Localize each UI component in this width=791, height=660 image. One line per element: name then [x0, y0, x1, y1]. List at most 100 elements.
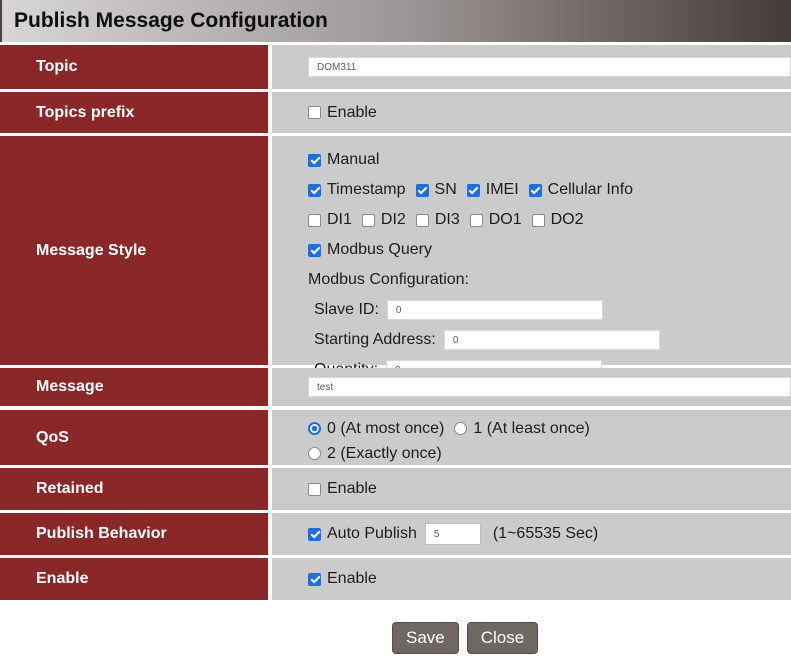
- qos-1-text: 1 (At least once): [473, 420, 590, 438]
- topics-prefix-enable-checkbox[interactable]: [308, 106, 321, 119]
- retained-content: Enable: [272, 468, 791, 510]
- style-line-io: DI1 DI2 DI3 DO1 DO2: [308, 205, 791, 235]
- di1-option[interactable]: DI1: [308, 211, 352, 229]
- auto-publish-text: Auto Publish: [327, 525, 417, 543]
- modbus-query-option[interactable]: Modbus Query: [308, 241, 432, 259]
- starting-address-field: Starting Address:: [314, 325, 791, 355]
- sn-option[interactable]: SN: [416, 181, 457, 199]
- topics-prefix-content: Enable: [272, 92, 791, 133]
- di1-checkbox[interactable]: [308, 214, 321, 227]
- di1-text: DI1: [327, 211, 352, 229]
- action-buttons: Save Close: [0, 622, 791, 654]
- auto-publish-interval-input[interactable]: [425, 523, 481, 545]
- qos-2-option[interactable]: 2 (Exactly once): [308, 445, 442, 463]
- topics-prefix-label: Topics prefix: [0, 92, 268, 133]
- message-row: Message: [0, 368, 791, 406]
- qos-1-radio[interactable]: [454, 422, 467, 435]
- di2-checkbox[interactable]: [362, 214, 375, 227]
- qos-0-radio[interactable]: [308, 422, 321, 435]
- retained-enable-option[interactable]: Enable: [308, 480, 377, 498]
- topics-prefix-enable-option[interactable]: Enable: [308, 104, 377, 122]
- enable-enable-text: Enable: [327, 570, 377, 588]
- di3-text: DI3: [435, 211, 460, 229]
- message-style-content: Manual Timestamp SN IMEI Cell: [272, 136, 791, 365]
- message-content: [272, 368, 791, 406]
- timestamp-option[interactable]: Timestamp: [308, 181, 406, 199]
- qos-row: QoS 0 (At most once) 1 (At least once) 2…: [0, 410, 791, 465]
- message-style-row: Message Style Manual Timestamp SN: [0, 136, 791, 365]
- topic-row: Topic: [0, 45, 791, 89]
- qos-line-1: 0 (At most once) 1 (At least once): [308, 416, 791, 441]
- publish-behavior-content: Auto Publish (1~65535 Sec): [272, 513, 791, 555]
- retained-row: Retained Enable: [0, 468, 791, 510]
- timestamp-text: Timestamp: [327, 181, 406, 199]
- slave-id-label: Slave ID:: [314, 301, 379, 319]
- di2-text: DI2: [381, 211, 406, 229]
- enable-row: Enable Enable: [0, 558, 791, 600]
- auto-publish-range-hint: (1~65535 Sec): [493, 525, 598, 543]
- retained-enable-checkbox[interactable]: [308, 483, 321, 496]
- do2-text: DO2: [551, 211, 584, 229]
- modbus-query-checkbox[interactable]: [308, 244, 321, 257]
- do2-option[interactable]: DO2: [532, 211, 584, 229]
- timestamp-checkbox[interactable]: [308, 184, 321, 197]
- page-title: Publish Message Configuration: [2, 9, 328, 33]
- enable-content: Enable: [272, 558, 791, 600]
- sn-text: SN: [435, 181, 457, 199]
- di2-option[interactable]: DI2: [362, 211, 406, 229]
- enable-enable-option[interactable]: Enable: [308, 570, 377, 588]
- retained-label: Retained: [0, 468, 268, 510]
- message-input[interactable]: [308, 377, 791, 397]
- save-button[interactable]: Save: [392, 622, 459, 654]
- qos-content: 0 (At most once) 1 (At least once) 2 (Ex…: [272, 410, 791, 465]
- topics-prefix-row: Topics prefix Enable: [0, 92, 791, 133]
- topic-label: Topic: [0, 45, 268, 89]
- enable-label: Enable: [0, 558, 268, 600]
- di3-checkbox[interactable]: [416, 214, 429, 227]
- manual-text: Manual: [327, 151, 379, 169]
- modbus-query-text: Modbus Query: [327, 241, 432, 259]
- qos-2-radio[interactable]: [308, 447, 321, 460]
- do1-option[interactable]: DO1: [470, 211, 522, 229]
- imei-text: IMEI: [486, 181, 519, 199]
- publish-message-configuration-page: Publish Message Configuration Topic Topi…: [0, 0, 791, 654]
- cellular-info-text: Cellular Info: [548, 181, 633, 199]
- starting-address-label: Starting Address:: [314, 331, 436, 349]
- manual-checkbox[interactable]: [308, 154, 321, 167]
- auto-publish-checkbox[interactable]: [308, 528, 321, 541]
- starting-address-input[interactable]: [444, 330, 660, 350]
- topic-input[interactable]: [308, 57, 791, 77]
- qos-line-2: 2 (Exactly once): [308, 441, 791, 466]
- sn-checkbox[interactable]: [416, 184, 429, 197]
- enable-enable-checkbox[interactable]: [308, 573, 321, 586]
- auto-publish-option[interactable]: Auto Publish: [308, 525, 417, 543]
- qos-2-text: 2 (Exactly once): [327, 445, 442, 463]
- do1-text: DO1: [489, 211, 522, 229]
- do1-checkbox[interactable]: [470, 214, 483, 227]
- qos-0-option[interactable]: 0 (At most once): [308, 420, 444, 438]
- cellular-info-checkbox[interactable]: [529, 184, 542, 197]
- close-button[interactable]: Close: [467, 622, 538, 654]
- qos-label: QoS: [0, 410, 268, 465]
- manual-option[interactable]: Manual: [308, 151, 379, 169]
- topics-prefix-enable-text: Enable: [327, 104, 377, 122]
- style-line-metadata: Timestamp SN IMEI Cellular Info: [308, 175, 791, 205]
- style-line-modbus-query: Modbus Query: [308, 235, 791, 265]
- topic-content: [272, 45, 791, 89]
- qos-1-option[interactable]: 1 (At least once): [454, 420, 590, 438]
- publish-behavior-label: Publish Behavior: [0, 513, 268, 555]
- retained-enable-text: Enable: [327, 480, 377, 498]
- di3-option[interactable]: DI3: [416, 211, 460, 229]
- slave-id-field: Slave ID:: [314, 295, 791, 325]
- modbus-configuration-heading: Modbus Configuration:: [308, 265, 791, 295]
- do2-checkbox[interactable]: [532, 214, 545, 227]
- message-label: Message: [0, 368, 268, 406]
- slave-id-input[interactable]: [387, 300, 603, 320]
- imei-checkbox[interactable]: [467, 184, 480, 197]
- publish-behavior-row: Publish Behavior Auto Publish (1~65535 S…: [0, 513, 791, 555]
- imei-option[interactable]: IMEI: [467, 181, 519, 199]
- message-style-label: Message Style: [0, 136, 268, 365]
- cellular-info-option[interactable]: Cellular Info: [529, 181, 633, 199]
- qos-0-text: 0 (At most once): [327, 420, 444, 438]
- page-header: Publish Message Configuration: [0, 0, 791, 42]
